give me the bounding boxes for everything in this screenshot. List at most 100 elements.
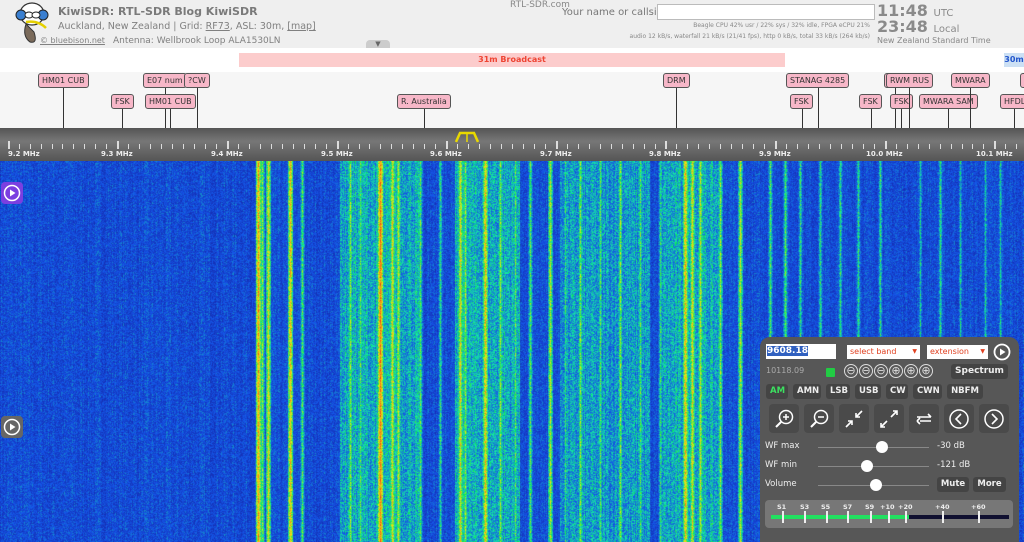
- scale-tick: [501, 144, 502, 149]
- mode-amn-button[interactable]: AMN: [793, 384, 821, 399]
- scale-tick: [293, 144, 294, 149]
- network-stats: audio 12 kB/s, waterfall 21 kB/s (21/41 …: [629, 33, 870, 40]
- wf-max-slider[interactable]: [818, 447, 929, 448]
- station-label[interactable]: FSK: [790, 94, 813, 109]
- station-label[interactable]: DRM: [663, 73, 690, 88]
- station-label[interactable]: MWARA SAM: [919, 94, 978, 109]
- scale-tick: [216, 144, 217, 149]
- wf-min-slider[interactable]: [818, 466, 929, 467]
- mode-nbfm-button[interactable]: NBFM: [947, 384, 983, 399]
- frequency-scale[interactable]: 9.2 MHz 9.3 MHz 9.4 MHz 9.5 MHz 9.6 MHz 9.7 M…: [0, 128, 1024, 161]
- station-label[interactable]: ?CW: [184, 73, 210, 88]
- cpu-stats: Beagle CPU 42% usr / 22% sys / 32% idle,…: [693, 22, 870, 29]
- mode-am-button[interactable]: AM: [766, 384, 788, 399]
- rtl-sdr-link[interactable]: RTL-SDR.com: [510, 0, 570, 10]
- scale-label: 10.1 MHz: [976, 150, 1013, 158]
- station-marker-line: [122, 108, 123, 128]
- location-text: Auckland, New Zealand | Grid:: [58, 21, 206, 32]
- callsign-input[interactable]: [657, 4, 875, 20]
- station-marker-line: [802, 108, 803, 128]
- station-label[interactable]: STANAG 4285: [786, 73, 850, 88]
- scale-tick: [249, 144, 250, 149]
- scale-tick: [227, 141, 229, 149]
- mode-cw-button[interactable]: CW: [886, 384, 908, 399]
- band-select[interactable]: select band ▼: [847, 345, 920, 359]
- station-label[interactable]: E07 num: [143, 73, 187, 88]
- scale-tick: [742, 144, 743, 149]
- station-label[interactable]: FSK: [111, 94, 134, 109]
- owner-link[interactable]: © bluebison.net: [40, 36, 105, 45]
- zoom-max-out-button[interactable]: [874, 404, 904, 433]
- scale-tick: [84, 144, 85, 149]
- extension-select[interactable]: extension ▼: [927, 345, 988, 359]
- mode-cwn-button[interactable]: CWN: [913, 384, 942, 399]
- volume-slider-handle[interactable]: [869, 479, 882, 491]
- mode-usb-button[interactable]: USB: [855, 384, 881, 399]
- scale-tick: [534, 144, 535, 149]
- page-left-button[interactable]: [944, 404, 974, 433]
- arrows-inward-icon: [845, 409, 863, 428]
- step-up-small-button[interactable]: ⊕: [889, 364, 903, 378]
- local-time: 23:48 Local: [877, 17, 959, 36]
- play-icon: [3, 418, 21, 436]
- spectrum-button[interactable]: Spectrum: [951, 364, 1008, 379]
- step-down-large-button[interactable]: ⊖: [844, 364, 858, 378]
- step-down-small-button[interactable]: ⊖: [874, 364, 888, 378]
- band-bar: 31m Broadcast 30m: [0, 48, 1024, 72]
- side-play-button[interactable]: [1, 416, 23, 438]
- step-down-medium-button[interactable]: ⊖: [859, 364, 873, 378]
- more-button[interactable]: More: [973, 477, 1006, 492]
- station-label[interactable]: FSK: [859, 94, 882, 109]
- s-meter-tick: [826, 511, 828, 523]
- scale-tick: [380, 144, 381, 149]
- band-select-label: select band: [850, 347, 897, 356]
- scale-tick: [907, 144, 908, 149]
- play-icon: [3, 184, 21, 202]
- station-label[interactable]: RWM RUS: [886, 73, 934, 88]
- control-panel: 9608.18 select band ▼ extension ▼ 10118.09…: [760, 337, 1019, 542]
- station-label[interactable]: MWARA: [951, 73, 990, 88]
- wf-max-slider-handle[interactable]: [876, 441, 889, 453]
- scale-tick: [271, 144, 272, 149]
- mute-button[interactable]: Mute: [937, 477, 969, 492]
- band-30m[interactable]: 30m: [1004, 53, 1024, 67]
- map-link[interactable]: [map]: [287, 21, 316, 32]
- secondary-frequency: 10118.09: [766, 366, 805, 375]
- step-up-large-button[interactable]: ⊕: [919, 364, 933, 378]
- step-up-medium-button[interactable]: ⊕: [904, 364, 918, 378]
- zoom-out-button[interactable]: [804, 404, 834, 433]
- scale-tick: [413, 144, 414, 149]
- collapse-header-button[interactable]: ▼: [366, 40, 390, 48]
- zoom-band-button[interactable]: [909, 404, 939, 433]
- band-31m[interactable]: 31m Broadcast: [239, 53, 785, 67]
- station-label[interactable]: HFDL: [1000, 94, 1024, 109]
- station-label[interactable]: HM01 CUB: [145, 94, 196, 109]
- site-location: Auckland, New Zealand | Grid: RF73, ASL:…: [58, 21, 316, 32]
- scale-tick: [665, 141, 667, 149]
- audio-start-button[interactable]: [1, 182, 23, 204]
- play-circle-icon[interactable]: [993, 343, 1011, 361]
- scale-tick: [720, 144, 721, 149]
- station-labels: HM01 CUB FSK E07 num HM01 CUB ?CW R. Australi…: [0, 72, 1024, 128]
- mode-lsb-button[interactable]: LSB: [826, 384, 850, 399]
- s-meter-tick: [978, 511, 980, 523]
- zoom-in-button[interactable]: [769, 404, 799, 433]
- external-link-icon[interactable]: [826, 368, 835, 377]
- wf-min-slider-handle[interactable]: [860, 460, 873, 472]
- passband-marker-icon[interactable]: [455, 131, 479, 143]
- frequency-input[interactable]: 9608.18: [766, 344, 836, 359]
- scale-tick: [446, 141, 448, 149]
- scale-tick: [567, 144, 568, 149]
- station-label[interactable]: R. Australia: [397, 94, 451, 109]
- scale-tick: [676, 144, 677, 149]
- scale-tick: [62, 144, 63, 149]
- station-label[interactable]: HM01 CUB: [38, 73, 89, 88]
- zoom-out-icon: [810, 409, 829, 428]
- wf-max-label: WF max: [765, 441, 800, 451]
- grid-link[interactable]: RF73: [206, 21, 230, 32]
- station-label[interactable]: FSK: [1020, 73, 1024, 88]
- scale-label: 9.6 MHz: [430, 150, 462, 158]
- page-right-button[interactable]: [979, 404, 1009, 433]
- s-meter-label: S7: [843, 503, 853, 511]
- zoom-max-in-button[interactable]: [839, 404, 869, 433]
